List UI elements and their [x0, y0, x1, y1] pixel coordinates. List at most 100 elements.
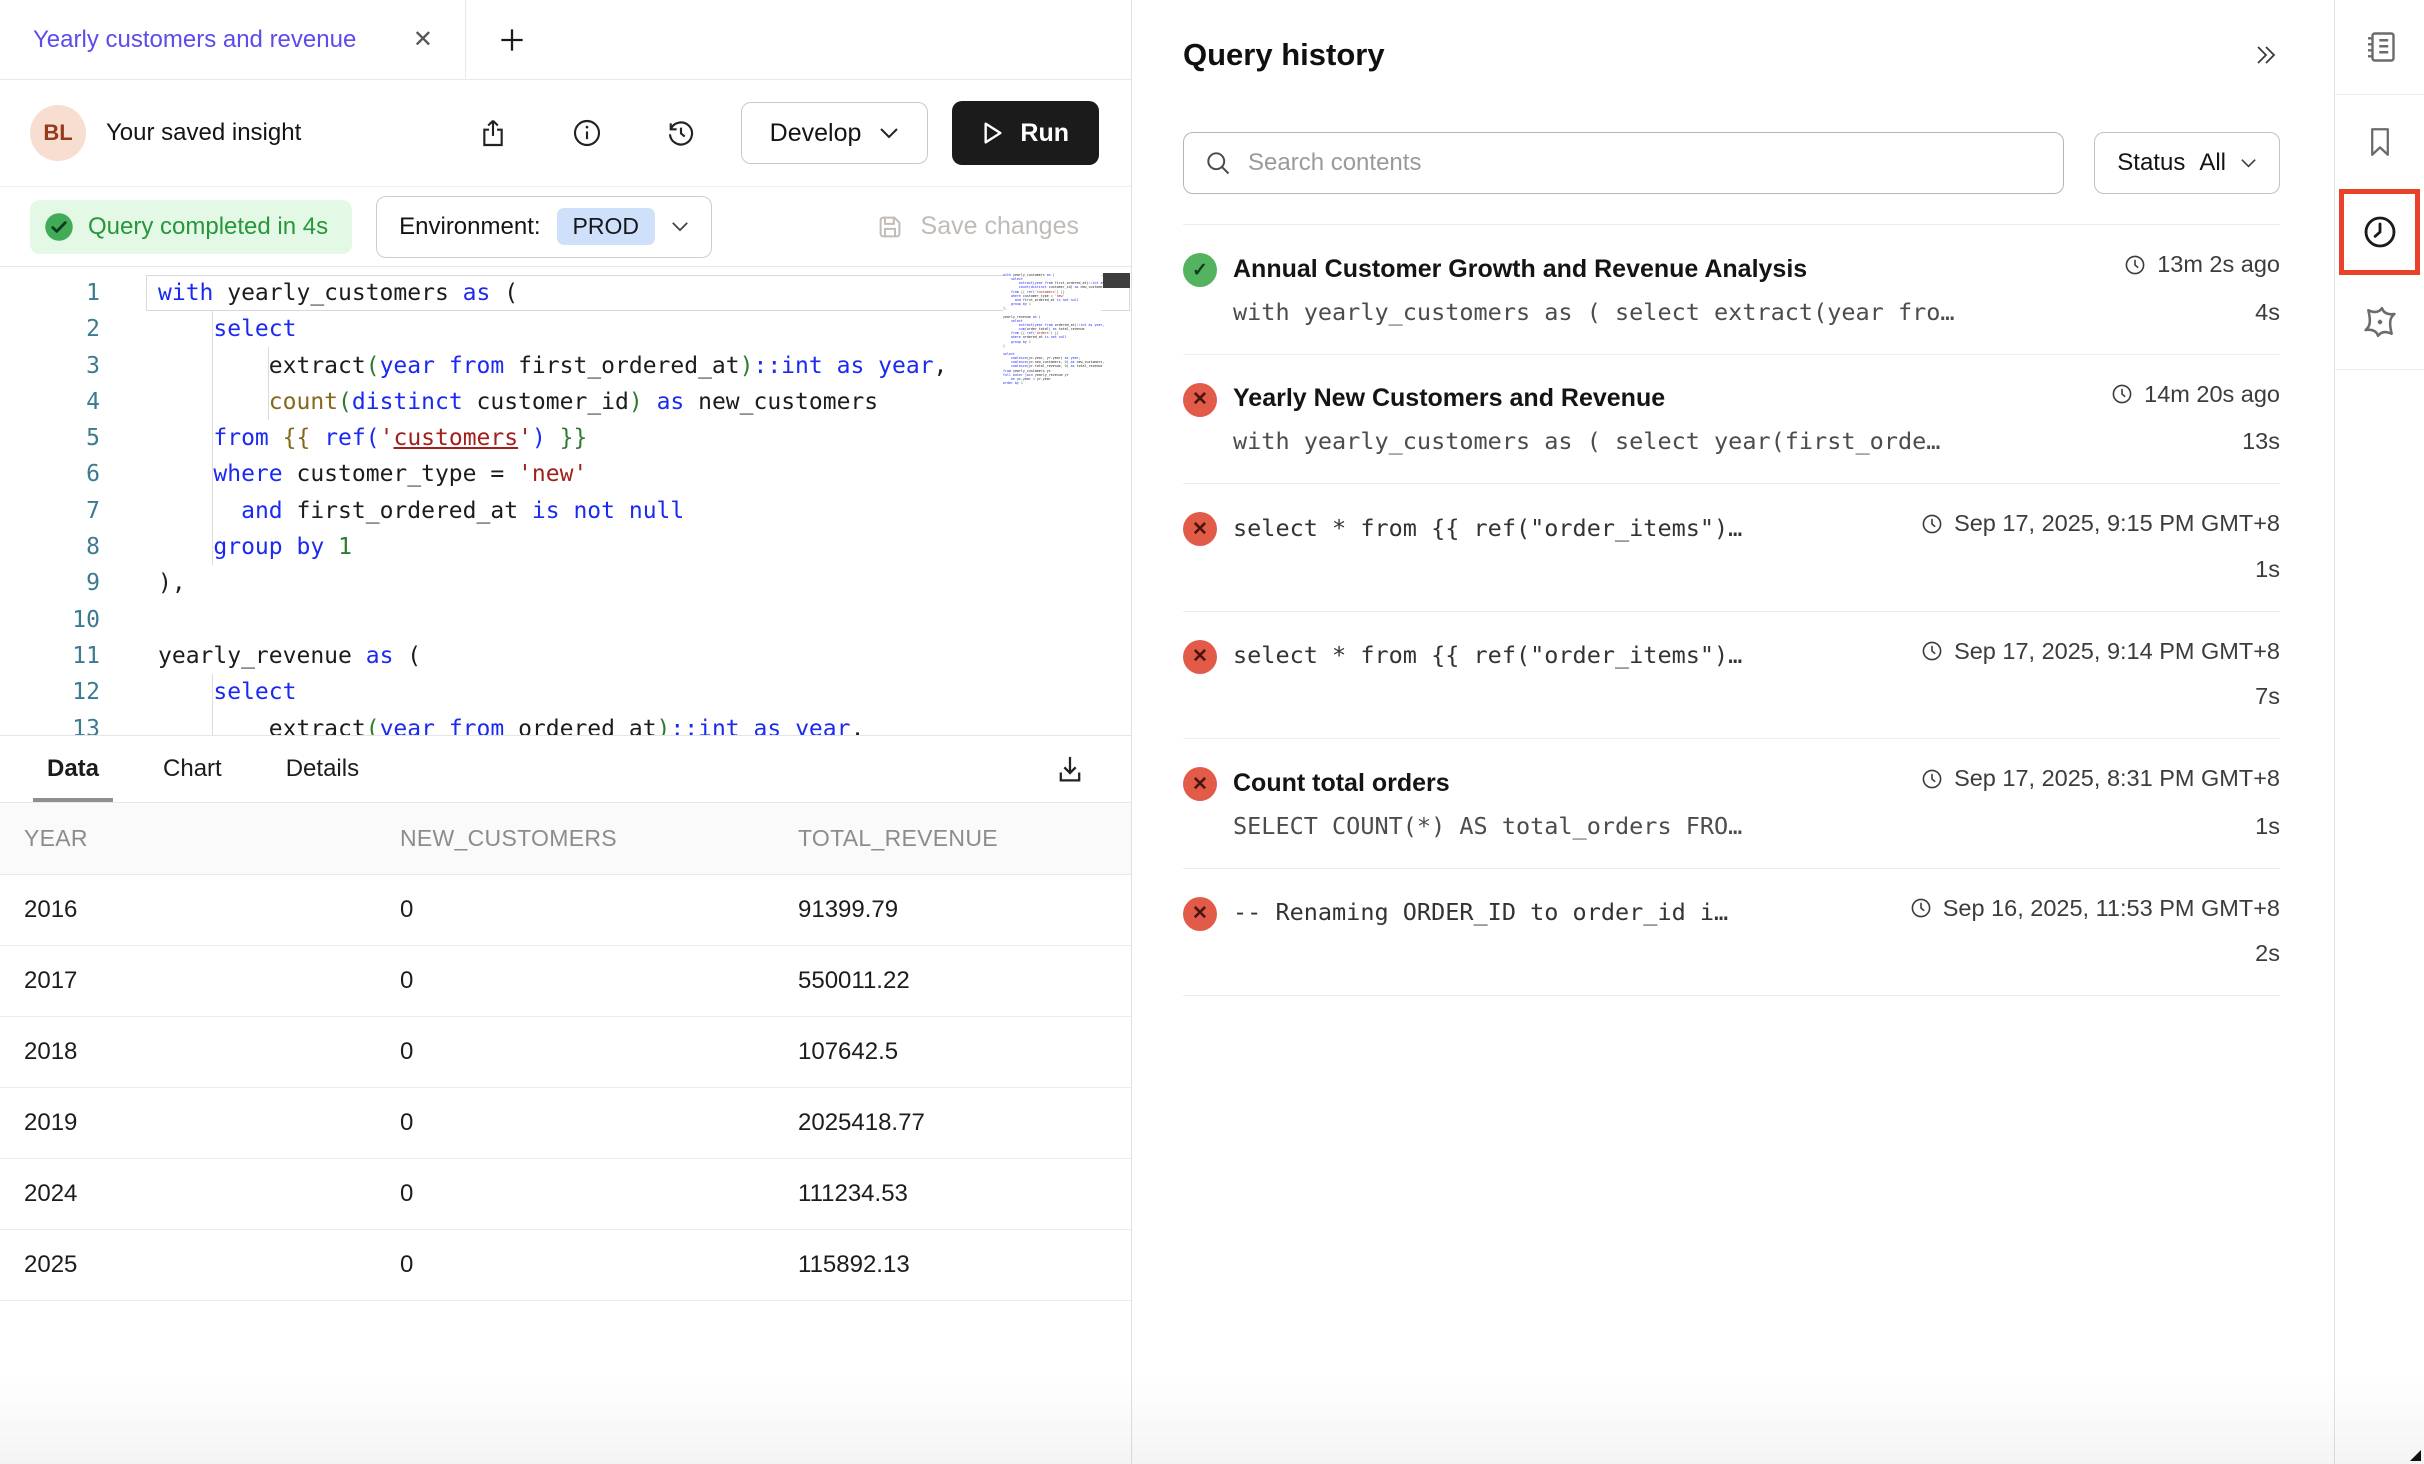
code-line[interactable]: with yearly_customers as (: [146, 275, 1130, 311]
table-row[interactable]: 20180107642.5: [0, 1017, 1131, 1088]
table-row[interactable]: 20170550011.22: [0, 946, 1131, 1017]
query-timestamp: Sep 16, 2025, 11:53 PM GMT+8: [1909, 895, 2280, 922]
collapse-panel-button[interactable]: [2250, 42, 2280, 68]
notebook-button[interactable]: [2335, 0, 2424, 94]
develop-dropdown[interactable]: Develop: [741, 102, 929, 164]
table-cell: 115892.13: [798, 1251, 1131, 1279]
results-table-header: YEAR NEW_CUSTOMERS TOTAL_REVENUE: [0, 802, 1131, 875]
column-header-new-customers: NEW_CUSTOMERS: [400, 825, 798, 852]
bookmarks-button[interactable]: [2335, 95, 2424, 189]
code-lines[interactable]: with yearly_customers as ( select extrac…: [100, 275, 1130, 736]
clock-small-icon: [1909, 896, 1933, 920]
clock-small-icon: [1920, 639, 1944, 663]
status-filter-dropdown[interactable]: Status All: [2094, 132, 2280, 194]
query-history-list: ✓Annual Customer Growth and Revenue Anal…: [1183, 224, 2280, 996]
results-tab-bar: Data Chart Details: [0, 736, 1131, 802]
lineage-button[interactable]: [2335, 275, 2424, 369]
chevron-down-icon: [879, 127, 899, 139]
info-icon: [571, 117, 603, 149]
query-history-item[interactable]: ✕-- Renaming ORDER_ID to order_id i…Sep …: [1183, 869, 2280, 997]
save-changes-button[interactable]: Save changes: [875, 212, 1079, 242]
editor-scrollbar-thumb[interactable]: [1103, 273, 1130, 288]
query-duration: 4s: [2255, 299, 2280, 326]
query-history-item[interactable]: ✓Annual Customer Growth and Revenue Anal…: [1183, 225, 2280, 355]
error-status-icon: ✕: [1183, 383, 1217, 417]
query-history-item[interactable]: ✕Count total ordersSep 17, 2025, 8:31 PM…: [1183, 739, 2280, 869]
query-timestamp: 14m 20s ago: [2110, 381, 2280, 408]
code-line[interactable]: yearly_revenue as (: [146, 638, 1130, 674]
chevron-down-icon: [2240, 158, 2257, 168]
run-button[interactable]: Run: [952, 101, 1099, 165]
chevron-down-icon: [671, 221, 689, 232]
code-line[interactable]: extract(year from ordered_at)::int as ye…: [146, 711, 1130, 736]
table-row[interactable]: 2016091399.79: [0, 875, 1131, 946]
environment-label: Environment:: [399, 213, 540, 241]
insight-header: BL Your saved insight Develop: [0, 80, 1131, 187]
tab-bar: Yearly customers and revenue ✕: [0, 0, 1131, 80]
query-history-item[interactable]: ✕select * from {{ ref("order_items")…Sep…: [1183, 612, 2280, 740]
info-button[interactable]: [571, 117, 603, 149]
code-line[interactable]: select: [146, 311, 1130, 347]
query-history-item[interactable]: ✕select * from {{ ref("order_items")…Sep…: [1183, 484, 2280, 612]
sql-editor[interactable]: 12345678910111213 with yearly_customers …: [0, 267, 1131, 736]
version-history-button[interactable]: [665, 117, 697, 149]
download-results-button[interactable]: [1053, 752, 1087, 786]
table-cell: 2025418.77: [798, 1109, 1131, 1137]
code-line[interactable]: where customer_type = 'new': [146, 456, 1130, 492]
code-line[interactable]: count(distinct customer_id) as new_custo…: [146, 384, 1130, 420]
table-row[interactable]: 20240111234.53: [0, 1159, 1131, 1230]
code-line[interactable]: group by 1: [146, 529, 1130, 565]
develop-label: Develop: [770, 119, 862, 148]
query-code-preview: with yearly_customers as ( select extrac…: [1233, 298, 2231, 326]
right-icon-rail: [2334, 0, 2424, 1464]
table-cell: 111234.53: [798, 1180, 1131, 1208]
search-box[interactable]: [1183, 132, 2064, 194]
download-icon: [1053, 752, 1087, 786]
search-input[interactable]: [1248, 149, 2043, 177]
code-line[interactable]: ),: [146, 565, 1130, 601]
save-icon: [875, 212, 905, 242]
tab-details[interactable]: Details: [286, 736, 359, 802]
share-button[interactable]: [477, 117, 509, 149]
clock-small-icon: [1920, 767, 1944, 791]
tab-close-icon[interactable]: ✕: [407, 21, 439, 58]
query-title: -- Renaming ORDER_ID to order_id i…: [1233, 898, 1885, 926]
code-line[interactable]: extract(year from first_ordered_at)::int…: [146, 348, 1130, 384]
code-line[interactable]: and first_ordered_at is not null: [146, 493, 1130, 529]
run-label: Run: [1020, 119, 1069, 148]
results-section: Data Chart Details YEAR NEW_CUSTOMERS TO…: [0, 736, 1131, 1301]
table-cell: 0: [400, 1109, 798, 1137]
table-cell: 0: [400, 967, 798, 995]
search-icon: [1204, 149, 1232, 177]
indent-guide: [268, 347, 269, 420]
code-line[interactable]: [146, 602, 1130, 638]
environment-dropdown[interactable]: Environment: PROD: [376, 196, 712, 258]
query-history-header: Query history: [1183, 0, 2280, 110]
code-line[interactable]: from {{ ref('customers') }}: [146, 420, 1130, 456]
code-line[interactable]: select: [146, 674, 1130, 710]
success-status-icon: ✓: [1183, 253, 1217, 287]
new-tab-button[interactable]: [496, 24, 528, 56]
table-cell: 0: [400, 1251, 798, 1279]
table-row[interactable]: 201902025418.77: [0, 1088, 1131, 1159]
query-history-button[interactable]: [2339, 189, 2420, 275]
query-timestamp: Sep 17, 2025, 8:31 PM GMT+8: [1920, 765, 2280, 792]
tab-yearly-customers[interactable]: Yearly customers and revenue ✕: [0, 0, 466, 79]
table-cell: 2018: [0, 1038, 400, 1066]
table-cell: 91399.79: [798, 896, 1131, 924]
tab-data[interactable]: Data: [47, 736, 99, 802]
query-duration: 2s: [2255, 940, 2280, 967]
query-timestamp: Sep 17, 2025, 9:15 PM GMT+8: [1920, 510, 2280, 537]
line-numbers: 12345678910111213: [0, 275, 100, 736]
tab-chart[interactable]: Chart: [163, 736, 222, 802]
query-history-controls: Status All: [1183, 132, 2280, 194]
query-title: select * from {{ ref("order_items")…: [1233, 641, 1896, 669]
query-history-item[interactable]: ✕ Yearly New Customers and Revenue 14m 20s…: [1183, 355, 2280, 485]
resize-corner: [2406, 1446, 2422, 1462]
editor-minimap[interactable]: with yearly_customers as ( select extrac…: [1003, 273, 1101, 385]
check-circle-icon: [44, 212, 74, 242]
query-timestamp: 13m 2s ago: [2123, 251, 2280, 278]
query-title: Yearly New Customers and Revenue: [1233, 384, 2086, 413]
table-row[interactable]: 20250115892.13: [0, 1230, 1131, 1301]
notebook-icon: [2362, 29, 2398, 65]
